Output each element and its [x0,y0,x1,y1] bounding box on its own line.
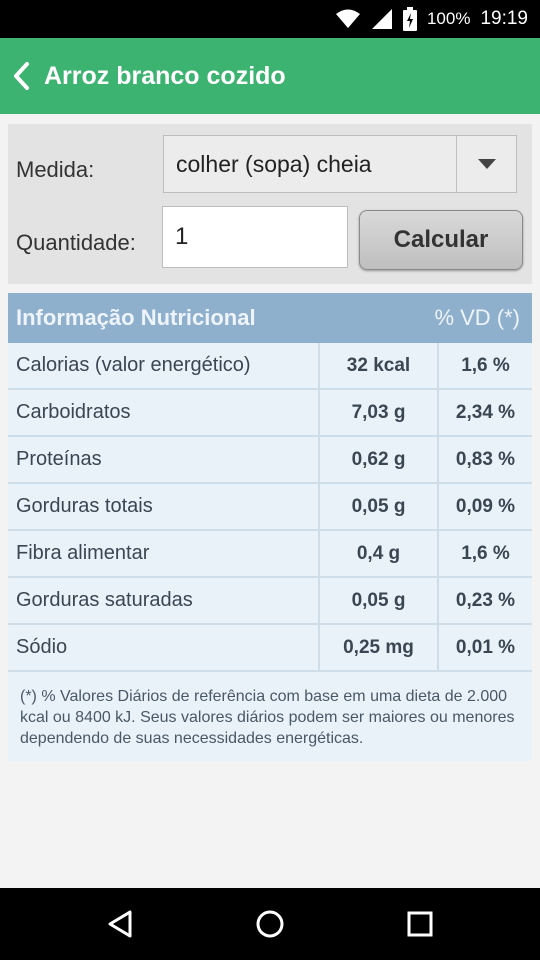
nutrition-header-title: Informação Nutricional [16,305,256,330]
status-bar: 100% 19:19 [0,0,540,38]
table-row: Carboidratos 7,03 g 2,34 % [8,390,532,437]
recents-square-icon [407,911,433,937]
nutrient-amount: 32 kcal [318,343,439,388]
medida-label: Medida: [16,157,95,182]
battery-icon [402,7,417,31]
table-row: Proteínas 0,62 g 0,83 % [8,437,532,484]
nutrient-amount: 0,4 g [318,531,439,576]
nutrient-amount: 0,25 mg [318,625,439,670]
caret-down-icon [478,159,496,169]
table-row: Sódio 0,25 mg 0,01 % [8,625,532,672]
navigation-bar [0,888,540,960]
nutrient-vd: 2,34 % [455,402,516,423]
table-row: Fibra alimentar 0,4 g 1,6 % [8,531,532,578]
wifi-icon [335,9,360,28]
cell-signal-icon [371,9,392,29]
nutrient-vd: 0,83 % [455,449,516,470]
home-circle-icon [256,910,284,938]
chevron-left-icon [14,62,29,90]
nutrient-amount: 0,05 g [318,484,439,529]
nutrient-name: Fibra alimentar [16,542,150,564]
nutrition-table: Informação Nutricional % VD (*) Calorias… [8,293,532,761]
nutrient-name: Gorduras totais [16,495,153,517]
app-bar: Arroz branco cozido [0,38,540,114]
nutrient-vd: 0,01 % [455,637,516,658]
vd-footnote: (*) % Valores Diários de referência com … [20,688,515,747]
nav-home-button[interactable] [230,888,310,960]
nutrient-name: Gorduras saturadas [16,589,193,611]
page-title: Arroz branco cozido [44,62,286,90]
table-row: Gorduras saturadas 0,05 g 0,23 % [8,578,532,625]
table-row: Gorduras totais 0,05 g 0,09 % [8,484,532,531]
medida-select[interactable]: colher (sopa) cheia [163,135,517,193]
nutrient-vd: 1,6 % [461,543,510,564]
table-row: Calorias (valor energético) 32 kcal 1,6 … [8,343,532,390]
nutrient-vd: 0,09 % [455,496,516,517]
nutrition-header: Informação Nutricional % VD (*) [8,293,532,343]
battery-percent: 100% [426,9,471,28]
back-button[interactable] [0,38,44,114]
medida-select-value: colher (sopa) cheia [176,151,372,177]
back-triangle-icon [108,910,132,938]
nutrient-name: Proteínas [16,448,102,470]
dropdown-arrow[interactable] [457,136,517,192]
nutrient-amount: 7,03 g [318,390,439,435]
quantidade-input[interactable]: 1 [162,206,348,268]
quantidade-label: Quantidade: [16,230,136,255]
nutrient-vd: 0,23 % [455,590,516,611]
nutrient-vd: 1,6 % [461,355,510,376]
nutrient-name: Sódio [16,636,68,658]
nutrient-name: Calorias (valor energético) [16,354,251,376]
nutrient-amount: 0,05 g [318,578,439,623]
nav-back-button[interactable] [80,888,160,960]
nutrition-header-vd: % VD (*) [434,305,520,330]
calcular-button[interactable]: Calcular [359,210,523,270]
nav-recents-button[interactable] [380,888,460,960]
clock: 19:19 [480,8,528,29]
status-icons: 100% 19:19 [335,0,528,38]
form-panel: Medida: colher (sopa) cheia Quantidade: … [8,124,532,284]
nutrient-name: Carboidratos [16,401,131,423]
nutrient-amount: 0,62 g [318,437,439,482]
